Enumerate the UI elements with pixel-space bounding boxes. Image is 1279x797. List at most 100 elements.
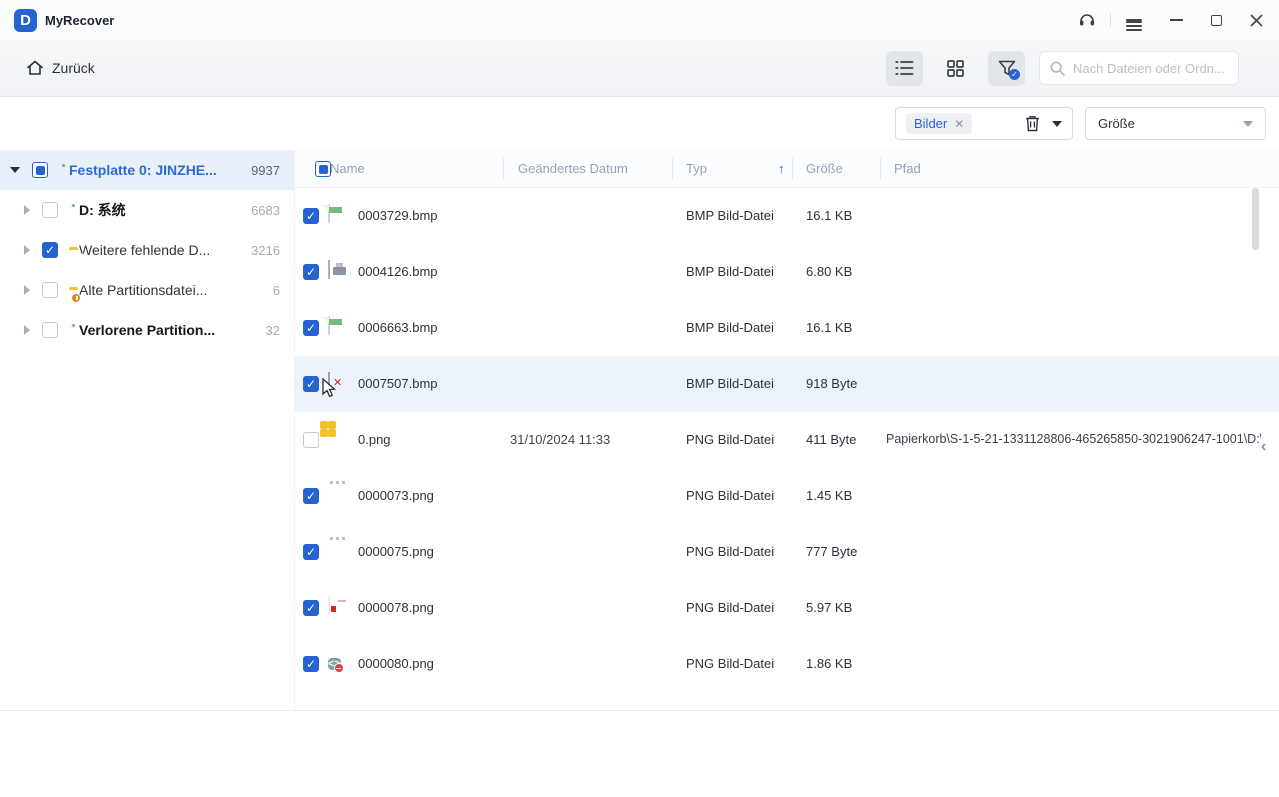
maximize-button[interactable] — [1199, 0, 1233, 40]
file-type-filter-combo[interactable]: Bilder ✕ — [895, 107, 1073, 140]
minimize-icon — [1169, 19, 1183, 21]
table-row[interactable]: 0000078.png PNG Bild-Datei 5.97 KB — [295, 580, 1279, 636]
file-date: 31/10/2024 11:33 — [510, 432, 611, 447]
sidebar-item-alte-partition[interactable]: Alte Partitionsdatei... 6 — [0, 270, 294, 310]
list-view-icon — [895, 60, 914, 76]
minimize-button[interactable] — [1159, 0, 1193, 40]
mouse-cursor — [322, 378, 337, 398]
file-type: PNG Bild-Datei — [686, 544, 775, 559]
file-size: 777 Byte — [806, 544, 858, 559]
grid-view-button[interactable] — [937, 51, 974, 86]
sort-ascending-icon[interactable]: ↑ — [778, 161, 785, 176]
main-menu-button[interactable] — [1117, 0, 1151, 40]
list-view-button[interactable] — [886, 50, 923, 86]
sidebar-item-festplatte0[interactable]: Festplatte 0: JINZHE... 9937 — [0, 150, 294, 190]
file-type: PNG Bild-Datei — [686, 656, 775, 671]
tree-expand-icon[interactable] — [24, 245, 30, 255]
tree-checkbox[interactable] — [42, 202, 58, 218]
file-name: 0000073.png — [358, 488, 434, 503]
tree-checkbox-indeterminate[interactable] — [32, 162, 48, 178]
bmp-file-icon — [323, 204, 350, 227]
app-title: MyRecover — [45, 12, 115, 28]
row-checkbox-checked[interactable] — [303, 656, 319, 672]
column-header-name[interactable]: Name — [330, 161, 365, 176]
tree-item-count: 3216 — [251, 242, 280, 258]
column-header-date[interactable]: Geändertes Datum — [518, 161, 628, 176]
size-filter-combo[interactable]: Größe — [1085, 107, 1266, 140]
file-type: BMP Bild-Datei — [686, 208, 774, 223]
file-size: 918 Byte — [806, 376, 858, 391]
row-checkbox[interactable] — [303, 432, 319, 448]
grid-view-icon — [947, 59, 964, 77]
table-row[interactable]: 0000073.png PNG Bild-Datei 1.45 KB — [295, 468, 1279, 524]
chip-remove-icon[interactable]: ✕ — [954, 117, 964, 131]
sidebar-item-d-drive[interactable]: D: 系统 6683 — [0, 190, 294, 230]
tree-expand-icon[interactable] — [24, 205, 30, 215]
tree-expand-icon[interactable] — [24, 285, 30, 295]
row-checkbox-checked[interactable] — [303, 488, 319, 504]
sidebar-item-verlorene-partition[interactable]: Verlorene Partition... 32 — [0, 310, 294, 350]
bmp-file-icon — [323, 316, 350, 339]
close-icon — [1249, 13, 1263, 27]
file-name: 0004126.bmp — [358, 264, 438, 279]
row-checkbox-checked[interactable] — [303, 544, 319, 560]
table-row-highlighted[interactable]: 0007507.bmp BMP Bild-Datei 918 Byte — [295, 356, 1279, 412]
type-filter-chip-label: Bilder — [914, 116, 948, 131]
file-type: BMP Bild-Datei — [686, 320, 774, 335]
tree-expand-icon[interactable] — [24, 325, 30, 335]
row-checkbox-checked[interactable] — [303, 600, 319, 616]
search-input[interactable] — [1073, 60, 1233, 76]
tree-item-count: 9937 — [251, 162, 280, 178]
support-headset-button[interactable] — [1070, 0, 1104, 40]
file-size: 411 Byte — [806, 432, 857, 447]
tree-item-count: 6 — [272, 282, 280, 298]
column-header-type[interactable]: Typ — [686, 161, 707, 176]
table-row[interactable]: <> 0000080.png PNG Bild-Datei 1.86 KB — [295, 636, 1279, 692]
tree-item-label: Alte Partitionsdatei... — [79, 282, 208, 298]
column-header-path[interactable]: Pfad — [894, 161, 921, 176]
back-label: Zurück — [52, 60, 95, 76]
file-table-header: Name Geändertes Datum Typ ↑ Größe Pfad — [295, 150, 1279, 188]
table-row[interactable]: 0006663.bmp BMP Bild-Datei 16.1 KB — [295, 300, 1279, 356]
table-row[interactable]: 0004126.bmp BMP Bild-Datei 6.80 KB — [295, 244, 1279, 300]
file-name: 0.png — [358, 432, 391, 447]
row-checkbox-checked[interactable] — [303, 208, 319, 224]
filter-button[interactable]: ✓ — [988, 50, 1025, 86]
row-checkbox-checked[interactable] — [303, 376, 319, 392]
select-all-checkbox[interactable] — [315, 161, 331, 177]
clear-filters-trash-icon[interactable] — [1025, 115, 1040, 132]
row-checkbox-checked[interactable] — [303, 320, 319, 336]
table-scrollbar-thumb[interactable] — [1252, 188, 1259, 250]
row-checkbox-checked[interactable] — [303, 264, 319, 280]
table-row[interactable]: 0.png 31/10/2024 11:33 PNG Bild-Datei 41… — [295, 412, 1279, 468]
sidebar-item-weitere-fehlende[interactable]: Weitere fehlende D... 3216 — [0, 230, 294, 270]
file-size: 6.80 KB — [806, 264, 853, 279]
search-box[interactable] — [1039, 51, 1239, 85]
yellow-squares-icon — [320, 421, 350, 451]
file-type: BMP Bild-Datei — [686, 376, 774, 391]
tree-collapse-icon[interactable] — [10, 167, 20, 173]
red-thumbnail-icon — [328, 596, 350, 619]
filter-active-check-icon: ✓ — [1009, 68, 1020, 80]
tree-item-label: Verlorene Partition... — [79, 322, 216, 338]
column-header-size[interactable]: Größe — [806, 161, 843, 176]
filter-dropdown-arrow-icon[interactable] — [1052, 120, 1062, 127]
headset-icon — [1078, 11, 1096, 29]
file-type: PNG Bild-Datei — [686, 432, 775, 447]
close-button[interactable] — [1239, 0, 1273, 40]
tree-item-label: Weitere fehlende D... — [79, 242, 211, 258]
size-filter-label: Größe — [1098, 116, 1135, 131]
size-dropdown-arrow-icon — [1243, 120, 1253, 127]
column-divider — [503, 158, 504, 180]
tree-item-count: 32 — [265, 322, 280, 338]
collapse-panel-chevron-icon[interactable]: ‹ — [1261, 438, 1266, 456]
tree-checkbox[interactable] — [42, 322, 58, 338]
file-type: BMP Bild-Datei — [686, 264, 774, 279]
back-button[interactable]: Zurück — [26, 59, 95, 77]
tree-checkbox-checked[interactable] — [42, 242, 58, 258]
title-bar: D MyRecover — [0, 0, 1279, 40]
type-filter-chip[interactable]: Bilder ✕ — [906, 113, 973, 134]
table-row[interactable]: 0003729.bmp BMP Bild-Datei 16.1 KB — [295, 188, 1279, 244]
table-row[interactable]: 0000075.png PNG Bild-Datei 777 Byte — [295, 524, 1279, 580]
tree-checkbox[interactable] — [42, 282, 58, 298]
